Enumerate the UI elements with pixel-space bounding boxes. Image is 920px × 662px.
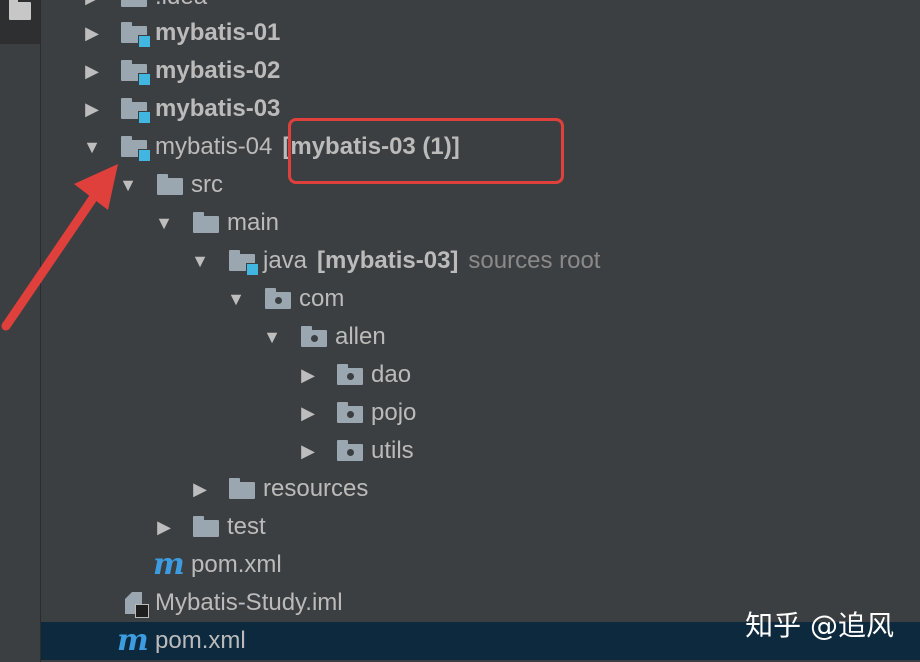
source-root-folder-icon <box>227 248 259 276</box>
tree-row-main[interactable]: ▼ main <box>41 204 920 242</box>
tree-row-java[interactable]: ▼ java [mybatis-03] sources root <box>41 242 920 280</box>
tree-row-mybatis-01[interactable]: ▶ mybatis-01 <box>41 14 920 52</box>
folder-icon <box>191 210 219 236</box>
expanded-arrow-icon[interactable]: ▼ <box>189 242 211 280</box>
tree-item-label: mybatis-03 <box>155 95 281 122</box>
collapsed-arrow-icon[interactable]: ▶ <box>153 508 175 546</box>
module-folder-icon <box>119 20 151 48</box>
tree-row-module-pom[interactable]: m pom.xml <box>41 546 920 584</box>
tree-row-mybatis-02[interactable]: ▶ mybatis-02 <box>41 52 920 90</box>
tree-item-label: com <box>299 285 345 312</box>
annotation-arrow-icon <box>1 164 118 331</box>
tree-row-resources[interactable]: ▶ resources <box>41 470 920 508</box>
expanded-arrow-icon[interactable]: ▼ <box>261 318 283 356</box>
module-folder-icon <box>119 134 151 162</box>
tree-item-label: mybatis-01 <box>155 19 281 46</box>
collapsed-arrow-icon[interactable]: ▶ <box>297 432 319 470</box>
module-suffix: [mybatis-03] <box>317 247 459 274</box>
tree-row-utils[interactable]: ▶ utils <box>41 432 920 470</box>
folder-icon <box>9 0 31 20</box>
tree-item-label: resources <box>263 475 369 502</box>
tree-item-label: pom.xml <box>191 551 282 578</box>
package-icon <box>335 400 363 426</box>
expanded-arrow-icon[interactable]: ▼ <box>153 204 175 242</box>
collapsed-arrow-icon[interactable]: ▶ <box>297 356 319 394</box>
tree-item-label: mybatis-02 <box>155 57 281 84</box>
module-name: mybatis-04 <box>155 133 273 160</box>
collapsed-arrow-icon[interactable]: ▶ <box>81 90 103 128</box>
tree-item-label: pom.xml <box>155 627 246 654</box>
folder-name: java <box>263 247 308 274</box>
package-icon <box>335 362 363 388</box>
folder-icon <box>227 476 255 502</box>
tree-item-label: dao <box>371 361 412 388</box>
package-icon <box>335 438 363 464</box>
folder-icon <box>119 0 147 10</box>
package-icon <box>299 324 327 350</box>
annotation-highlight-box <box>288 118 564 184</box>
tree-item-label: utils <box>371 437 414 464</box>
tree-item-label: Mybatis-Study.iml <box>155 589 343 616</box>
folder-icon <box>155 172 183 198</box>
maven-icon: m <box>153 547 185 582</box>
tree-item-label: java [mybatis-03] sources root <box>263 242 600 280</box>
project-tool-button[interactable] <box>0 0 40 44</box>
collapsed-arrow-icon[interactable]: ▶ <box>81 52 103 90</box>
watermark: 知乎 @追风 <box>745 609 894 642</box>
sources-root-hint: sources root <box>468 247 601 274</box>
tree-item-label: main <box>227 209 280 236</box>
tree-row-dao[interactable]: ▶ dao <box>41 356 920 394</box>
tree-item-label: test <box>227 513 266 540</box>
tree-item-label: src <box>191 171 223 198</box>
tree-row-test[interactable]: ▶ test <box>41 508 920 546</box>
folder-icon <box>191 514 219 540</box>
tree-row-allen[interactable]: ▼ allen <box>41 318 920 356</box>
collapsed-arrow-icon[interactable]: ▶ <box>189 470 211 508</box>
module-folder-icon <box>119 96 151 124</box>
tree-item-label: allen <box>335 323 386 350</box>
tree-row-com[interactable]: ▼ com <box>41 280 920 318</box>
maven-icon: m <box>117 623 149 658</box>
collapsed-arrow-icon[interactable]: ▶ <box>81 14 103 52</box>
tree-item-label: pojo <box>371 399 417 426</box>
expanded-arrow-icon[interactable]: ▼ <box>225 280 247 318</box>
module-folder-icon <box>119 58 151 86</box>
tree-row-pojo[interactable]: ▶ pojo <box>41 394 920 432</box>
collapsed-arrow-icon[interactable]: ▶ <box>297 394 319 432</box>
iml-file-icon <box>119 590 149 618</box>
package-icon <box>263 286 291 312</box>
